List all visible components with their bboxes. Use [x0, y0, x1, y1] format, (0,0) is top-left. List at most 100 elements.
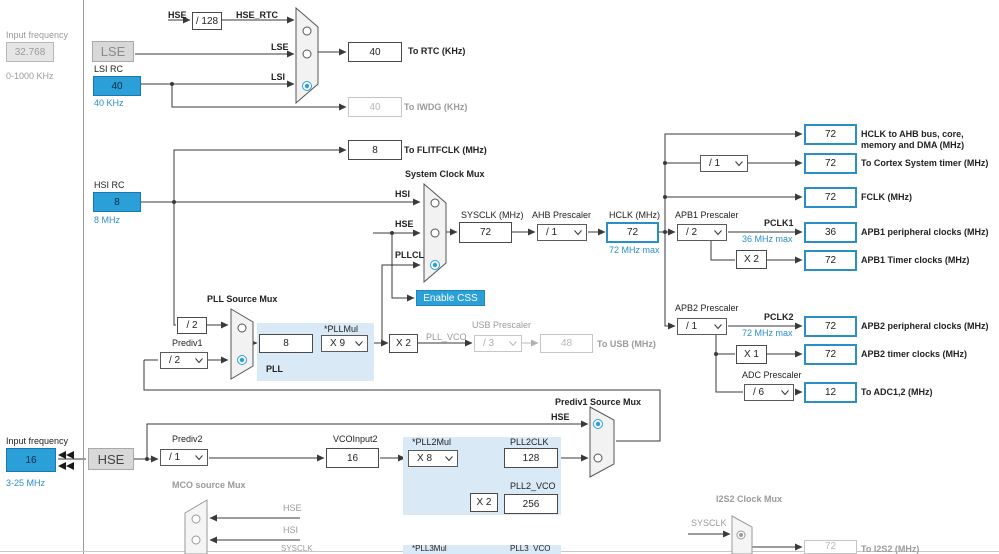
adc-prescaler-title: ADC Prescaler	[742, 370, 802, 380]
system-clock-mux[interactable]	[423, 183, 447, 283]
output-apb2-timer-label: APB2 timer clocks (MHz)	[861, 349, 968, 359]
output-cortex-timer-value[interactable]: 72	[804, 153, 857, 174]
pll-vco-label: PLL_VCO	[426, 332, 467, 342]
rtc-hse-label: HSE	[168, 10, 187, 20]
usb-pll-multiplier: X 2	[389, 334, 418, 353]
prediv2-select[interactable]: / 1	[160, 449, 208, 466]
hsi-frequency: 8 MHz	[94, 215, 121, 225]
output-apb1-peripheral-value[interactable]: 36	[804, 222, 857, 243]
apb1-prescaler-title: APB1 Prescaler	[675, 210, 739, 220]
prediv1-source-mux[interactable]	[589, 406, 615, 478]
rtc-output-label: To RTC (KHz)	[408, 46, 466, 56]
chevron-down-icon	[355, 340, 363, 346]
hclk-max: 72 MHz max	[609, 245, 660, 255]
rtc-output-value: 40	[348, 42, 402, 62]
lse-oscillator[interactable]: LSE	[92, 41, 134, 62]
output-hclk-label-2: memory and DMA (MHz)	[861, 140, 965, 150]
mco-source-mux[interactable]	[184, 499, 208, 554]
lse-input-frequency[interactable]: 32.768	[6, 42, 54, 62]
apb2-max: 72 MHz max	[742, 328, 793, 338]
sysclk-value: 72	[459, 222, 512, 243]
chevron-down-icon	[781, 389, 789, 395]
pll2-vco-title: PLL2_VCO	[510, 481, 556, 491]
apb1-timer-multiplier: X 2	[736, 250, 767, 269]
chevron-down-icon	[574, 229, 582, 235]
output-apb2-peripheral-value[interactable]: 72	[804, 316, 857, 337]
cortex-timer-divider-select[interactable]: / 1	[700, 155, 748, 172]
pclk1-label: PCLK1	[764, 218, 794, 228]
pllmul-select[interactable]: X 9	[321, 335, 368, 352]
i2s2-output-value: 72	[804, 540, 857, 554]
prediv1-mux-hse-label: HSE	[551, 412, 570, 422]
enable-css-button[interactable]: Enable CSS	[416, 290, 485, 306]
hse-input-title: Input frequency	[6, 436, 69, 446]
output-fclk-value[interactable]: 72	[804, 187, 857, 208]
hse-div128: / 128	[192, 12, 222, 30]
chevron-down-icon	[195, 357, 203, 363]
hsi-div2: / 2	[177, 317, 207, 334]
chevron-down-icon	[509, 340, 517, 346]
apb1-prescaler-select[interactable]: / 2	[677, 224, 727, 241]
pll-source-mux[interactable]	[230, 308, 254, 380]
adc-prescaler-select[interactable]: / 6	[744, 384, 794, 401]
flitfclk-label: To FLITFCLK (MHz)	[404, 145, 487, 155]
ahb-prescaler-title: AHB Prescaler	[532, 210, 592, 220]
ahb-prescaler-select[interactable]: / 1	[537, 224, 587, 241]
pll2mul-select[interactable]: X 8	[408, 450, 458, 467]
lse-input-range: 0-1000 KHz	[6, 71, 54, 81]
apb1-prescaler-value: / 2	[686, 227, 698, 238]
adc-prescaler-value: / 6	[753, 387, 765, 398]
sysmux-hsi-label: HSI	[395, 189, 411, 199]
hse-input-frequency[interactable]: 16	[6, 448, 56, 472]
pll2-vco-value: 256	[504, 494, 558, 514]
chevron-down-icon	[445, 455, 453, 461]
output-apb1-timer-value[interactable]: 72	[804, 250, 857, 271]
apb2-prescaler-select[interactable]: / 1	[677, 318, 727, 335]
pll2clk-title: PLL2CLK	[510, 437, 549, 447]
output-apb2-timer-value[interactable]: 72	[804, 344, 857, 365]
chevron-down-icon	[735, 160, 743, 166]
lsi-frequency: 40 KHz	[94, 98, 124, 108]
usb-prescaler-select[interactable]: / 3	[474, 335, 522, 352]
output-hclk-label: HCLK to AHB bus, core,	[861, 129, 964, 139]
chevron-down-icon	[195, 454, 203, 460]
apb1-max: 36 MHz max	[742, 234, 793, 244]
usb-prescaler-title: USB Prescaler	[472, 320, 532, 330]
apb2-prescaler-value: / 1	[686, 321, 698, 332]
pllmul-value: X 9	[330, 338, 346, 349]
output-apb1-peripheral-label: APB1 peripheral clocks (MHz)	[861, 227, 989, 237]
output-apb1-timer-label: APB1 Timer clocks (MHz)	[861, 255, 970, 265]
vcoinput2-value: 16	[326, 448, 379, 468]
chevron-down-icon	[714, 323, 722, 329]
output-adc-value[interactable]: 12	[804, 382, 857, 403]
left-rule	[83, 0, 84, 554]
rtc-lsi-label: LSI	[271, 72, 286, 82]
hclk-value[interactable]: 72	[606, 222, 659, 243]
lsi-title: LSI RC	[94, 64, 124, 74]
prediv1-select[interactable]: / 2	[160, 352, 208, 369]
usb-output-value: 48	[540, 334, 593, 353]
system-clock-mux-title: System Clock Mux	[405, 169, 485, 179]
mco-hse-label: HSE	[283, 503, 302, 513]
prediv2-value: / 1	[169, 452, 181, 463]
chevron-down-icon	[714, 229, 722, 235]
pll2clk-value: 128	[504, 448, 558, 468]
pll3mul-title: *PLL3Mul	[412, 545, 447, 551]
output-cortex-timer-label: To Cortex System timer (MHz)	[861, 158, 989, 168]
rtc-lse-label: LSE	[271, 42, 289, 52]
mco-hsi-label: HSI	[283, 525, 299, 535]
lsi-value: 40	[93, 76, 141, 96]
i2s2-clock-mux[interactable]	[731, 515, 753, 554]
output-apb2-peripheral-label: APB2 peripheral clocks (MHz)	[861, 321, 989, 331]
hse-input-range: 3-25 MHz	[6, 478, 46, 488]
output-fclk-label: FCLK (MHz)	[861, 192, 912, 202]
pll-input-value: 8	[259, 334, 313, 353]
rtc-clock-mux[interactable]	[295, 7, 319, 104]
ahb-prescaler-value: / 1	[546, 227, 558, 238]
hse-oscillator[interactable]: HSE	[88, 448, 134, 470]
pll-source-mux-title: PLL Source Mux	[207, 294, 278, 304]
pll2mul-value: X 8	[417, 453, 433, 464]
flitfclk-value: 8	[348, 140, 402, 160]
output-hclk-value[interactable]: 72	[804, 124, 857, 145]
iwdg-output-value: 40	[348, 97, 402, 117]
